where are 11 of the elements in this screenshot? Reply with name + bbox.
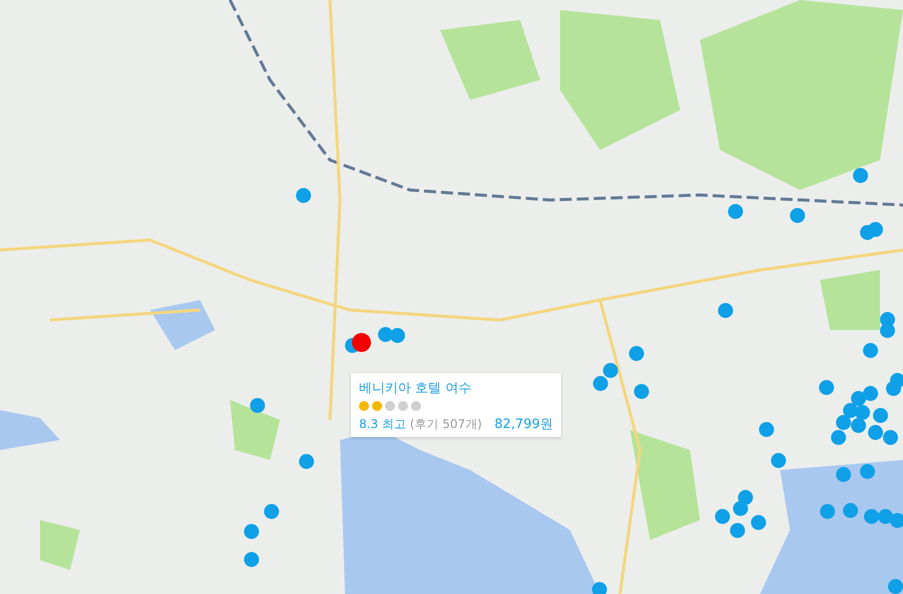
rating-dot [398,401,408,411]
rating-dot [359,401,369,411]
review-count: (후기 507개) [410,416,482,433]
rating-dot [385,401,395,411]
rating-text: 8.3 최고 [359,416,406,433]
price-text: 82,799원 [494,416,553,433]
map-drawing[interactable] [0,0,903,594]
rating-dot [372,401,382,411]
rating-dot [411,401,421,411]
hotel-popup[interactable]: 베니키아 호텔 여수 8.3 최고 (후기 507개) 82,799원 [351,373,561,437]
hotel-name[interactable]: 베니키아 호텔 여수 [359,379,553,397]
